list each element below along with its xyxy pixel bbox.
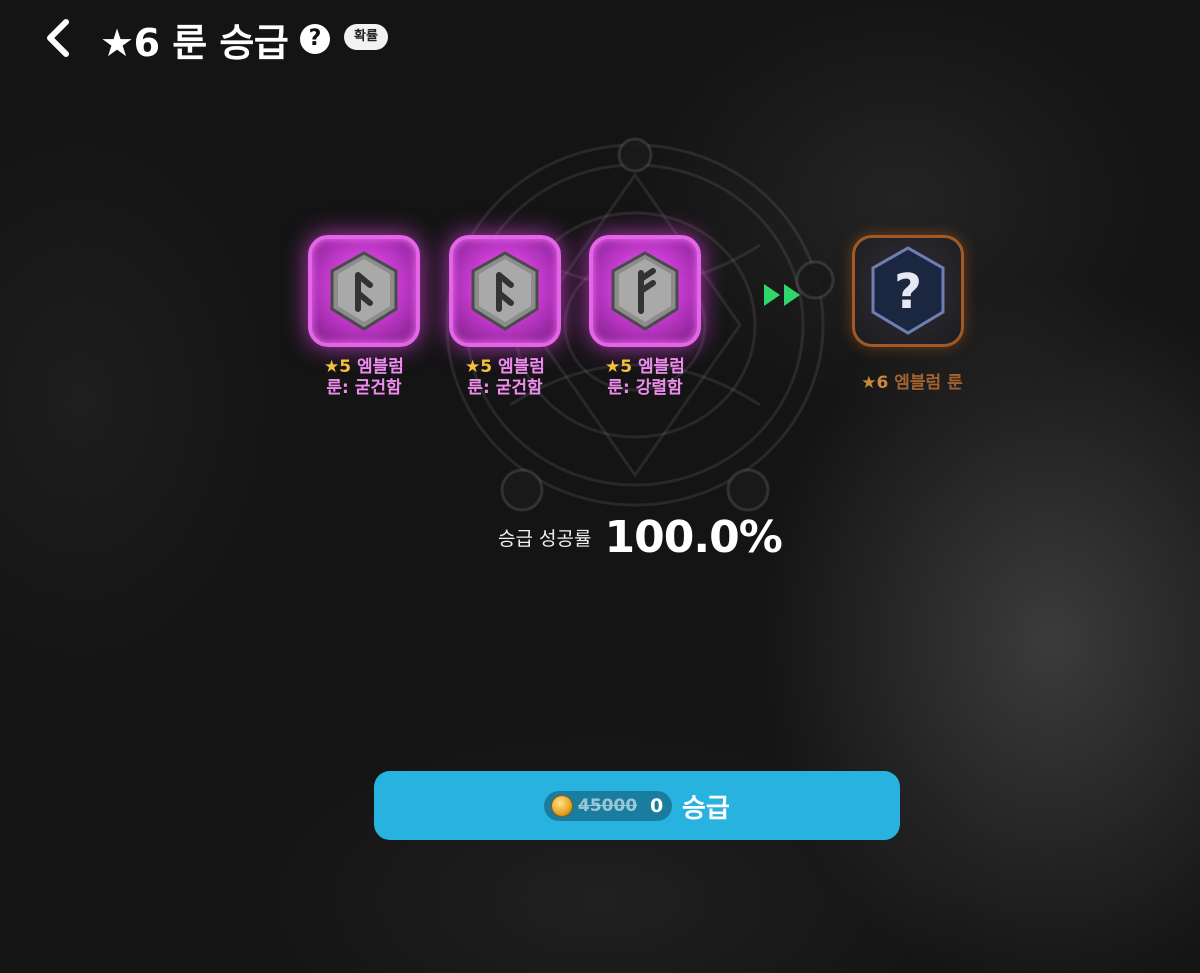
- chevron-left-icon: [47, 19, 69, 57]
- success-rate-label: 승급 성공률: [498, 528, 592, 550]
- result-label: ★6 엠블럼 룬: [861, 373, 963, 393]
- material-slot-2[interactable]: [449, 235, 561, 347]
- cost-pill: 45000 0: [544, 791, 672, 821]
- material-label-2: ★5 엠블럼 룬: 굳건함: [465, 357, 545, 398]
- help-button[interactable]: ?: [300, 24, 330, 54]
- discounted-cost: 0: [650, 795, 664, 817]
- header: ★6 룬 승급 ? 확률: [0, 0, 1200, 80]
- svg-text:?: ?: [894, 264, 922, 320]
- rune-stone-icon: [471, 251, 539, 331]
- upgrade-button-label: 승급: [682, 794, 730, 824]
- rune-stone-icon: [330, 251, 398, 331]
- back-button[interactable]: [40, 14, 80, 62]
- material-slot-3[interactable]: [589, 235, 701, 347]
- result-slot[interactable]: ?: [852, 235, 964, 347]
- probability-button[interactable]: 확률: [344, 24, 388, 50]
- success-rate-value: 100.0%: [604, 512, 783, 563]
- page-title: ★6 룬 승급: [100, 21, 289, 65]
- original-cost: 45000: [578, 796, 638, 816]
- rune-stone-icon: [611, 251, 679, 331]
- success-rate: 승급 성공률 100.0%: [498, 512, 783, 563]
- fast-forward-arrow-icon: [764, 284, 800, 306]
- material-slot-1[interactable]: [308, 235, 420, 347]
- upgrade-button[interactable]: 45000 0 승급: [374, 771, 900, 840]
- material-label-1: ★5 엠블럼 룬: 굳건함: [324, 357, 404, 398]
- material-label-3: ★5 엠블럼 룬: 강렬함: [605, 357, 685, 398]
- mystery-rune-icon: ?: [871, 246, 945, 335]
- coin-icon: [552, 796, 572, 816]
